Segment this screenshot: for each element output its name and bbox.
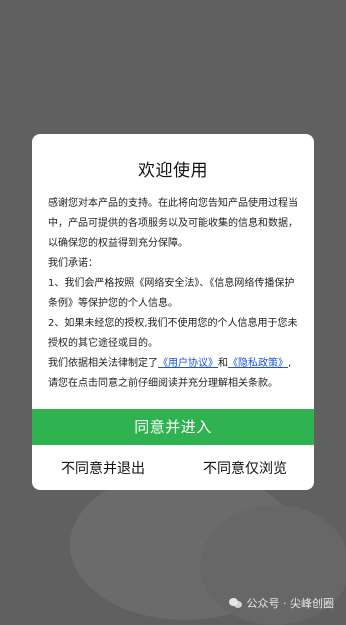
secondary-button-row: 不同意并退出 不同意仅浏览 [32, 452, 314, 486]
watermark: 公众号 · 尖峰创圈 [228, 595, 335, 611]
policy-and: 和 [218, 358, 228, 369]
promise-item-2: 2、如果未经您的授权,我们不使用您的个人信息用于您未授权的其它途径或目的。 [48, 318, 298, 349]
privacy-policy-link[interactable]: 《隐私政策》 [228, 358, 288, 369]
dialog-title: 欢迎使用 [138, 161, 208, 181]
decline-browse-button[interactable]: 不同意仅浏览 [190, 452, 300, 486]
promise-heading: 我们承诺： [48, 258, 98, 269]
intro-paragraph: 感谢您对本产品的支持。在此将向您告知产品使用过程当中，产品可提供的各项服务以及可… [48, 198, 298, 249]
agree-enter-button[interactable]: 同意并进入 [32, 409, 314, 445]
promise-item-1: 1、我们会严格按照《网络安全法》、《信息网络传播保护条例》等保护您的个人信息。 [48, 278, 295, 309]
dialog-body: 感谢您对本产品的支持。在此将向您告知产品使用过程当中，产品可提供的各项服务以及可… [48, 194, 300, 394]
decline-exit-button[interactable]: 不同意并退出 [44, 452, 162, 486]
user-agreement-link[interactable]: 《用户协议》 [158, 358, 218, 369]
watermark-text: 公众号 · 尖峰创圈 [246, 597, 335, 610]
welcome-dialog: 欢迎使用 感谢您对本产品的支持。在此将向您告知产品使用过程当中，产品可提供的各项… [32, 134, 314, 490]
wechat-icon [228, 597, 243, 609]
policy-prefix: 我们依据相关法律制定了 [48, 358, 158, 369]
policy-paragraph: 我们依据相关法律制定了《用户协议》和《隐私政策》,请您在点击同意之前仔细阅读并充… [48, 354, 300, 394]
